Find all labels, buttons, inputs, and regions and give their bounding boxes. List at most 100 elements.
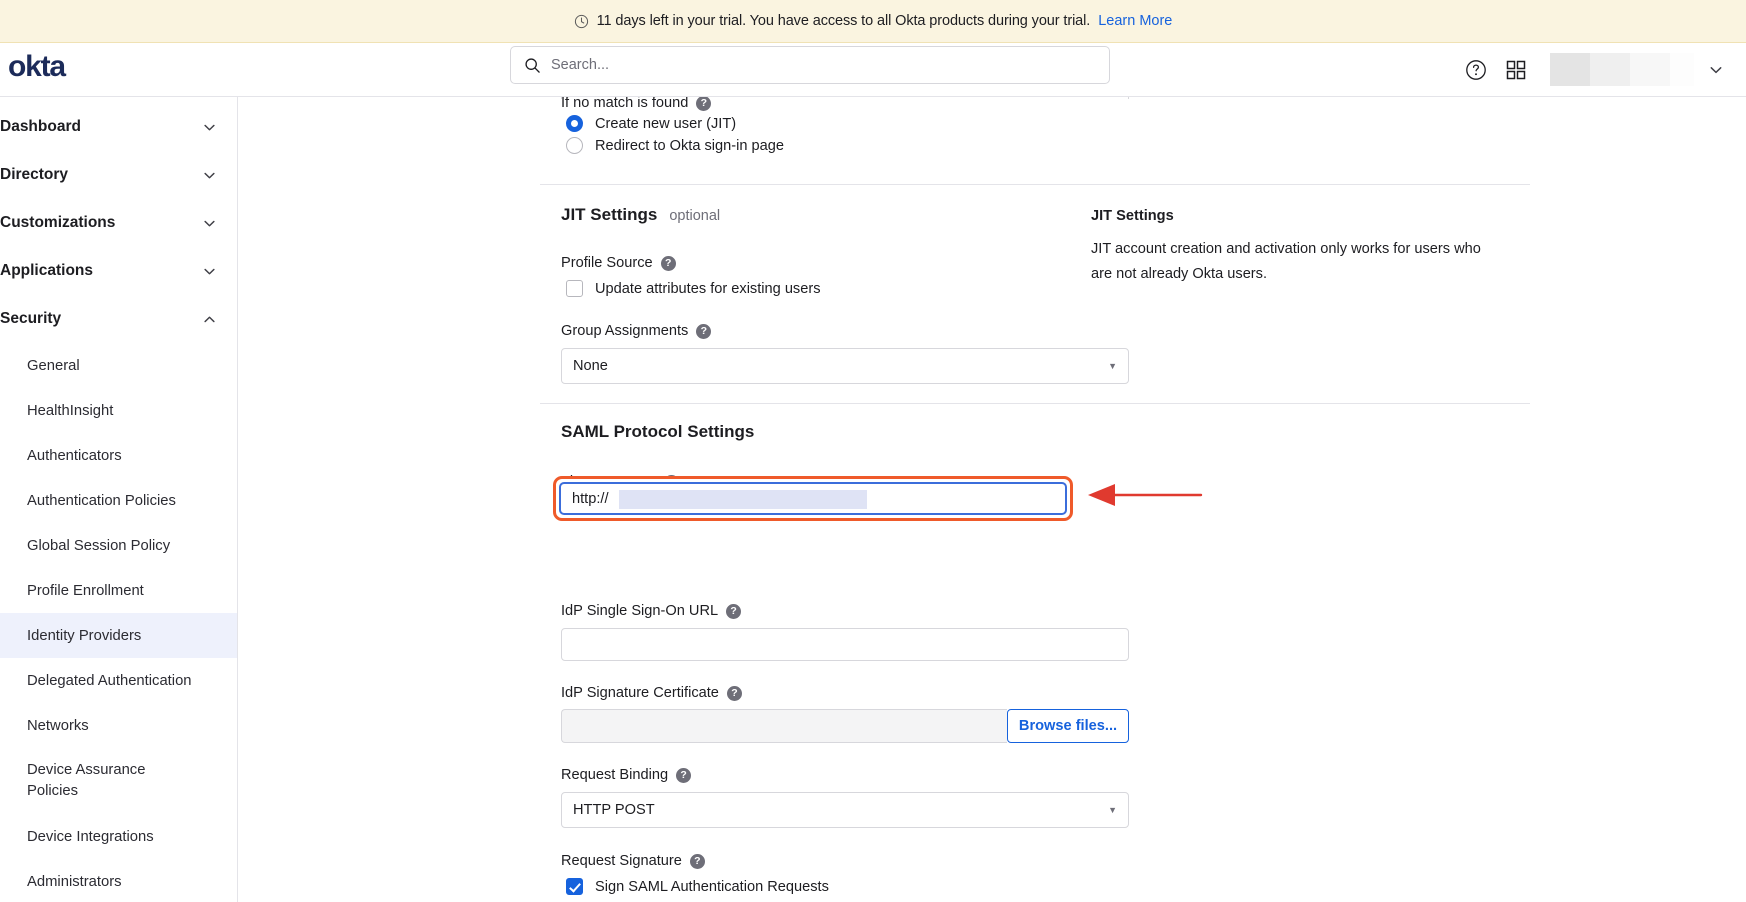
sidebar-item-authentication-policies[interactable]: Authentication Policies xyxy=(0,478,237,523)
sidebar-item-authenticators[interactable]: Authenticators xyxy=(0,433,237,478)
sidebar-group-applications[interactable]: Applications xyxy=(0,247,237,295)
radio-label: Create new user (JIT) xyxy=(595,115,737,132)
idp-issuer-uri-focus-ring: http:// xyxy=(553,476,1073,521)
main-content: If no match is found ? Create new user (… xyxy=(238,96,1746,902)
help-circle-icon[interactable]: ? xyxy=(676,767,692,783)
idp-issuer-uri-value: http:// xyxy=(572,490,609,507)
profile-source-label: Profile Source ? xyxy=(561,255,1129,271)
request-binding-label: Request Binding ? xyxy=(561,767,1129,783)
help-circle-icon[interactable]: ? xyxy=(696,323,712,339)
sidebar-item-networks[interactable]: Networks xyxy=(0,703,237,748)
radio-label: Redirect to Okta sign-in page xyxy=(595,137,785,154)
optional-tag: optional xyxy=(669,208,721,224)
idp-signature-certificate-label-text: IdP Signature Certificate xyxy=(561,685,719,701)
sidebar-group-label: Directory xyxy=(0,166,69,183)
skeleton-block xyxy=(1670,53,1694,86)
jit-help-panel: JIT Settings JIT account creation and ac… xyxy=(1091,208,1491,287)
trial-banner-text: 11 days left in your trial. You have acc… xyxy=(596,13,1091,29)
sidebar-item-healthinsight[interactable]: HealthInsight xyxy=(0,388,237,433)
jit-settings-block: JIT Settings optional Profile Source ? U… xyxy=(561,205,1129,384)
saml-settings-block: SAML Protocol Settings IdP Issuer URI ? … xyxy=(553,422,1129,895)
checkbox-update-attributes[interactable]: Update attributes for existing users xyxy=(566,280,1129,297)
body-wrapper: Dashboard Directory Customizations Appli… xyxy=(0,96,1746,902)
help-circle-icon[interactable]: ? xyxy=(660,255,676,271)
chevron-down-icon xyxy=(202,168,217,183)
request-binding-label-text: Request Binding xyxy=(561,767,669,783)
trial-banner: 11 days left in your trial. You have acc… xyxy=(0,0,1746,43)
sidebar-item-label: Authentication Policies xyxy=(27,492,176,509)
group-assignments-select[interactable]: None ▼ xyxy=(561,348,1129,384)
divider xyxy=(540,403,1530,404)
group-assignments-value: None xyxy=(573,358,608,374)
clock-icon xyxy=(574,14,589,29)
user-name-skeleton xyxy=(1550,53,1694,86)
checkbox-indicator[interactable] xyxy=(566,280,583,297)
sidebar-group-directory[interactable]: Directory xyxy=(0,151,237,199)
sidebar-item-identity-providers[interactable]: Identity Providers xyxy=(0,613,237,658)
help-circle-icon[interactable]: ? xyxy=(726,603,742,619)
sidebar-group-customizations[interactable]: Customizations xyxy=(0,199,237,247)
idp-sso-url-input[interactable] xyxy=(561,628,1129,661)
idp-issuer-uri-input[interactable]: http:// xyxy=(559,482,1067,515)
request-signature-label-text: Request Signature xyxy=(561,853,682,869)
sidebar-item-label: Device Assurance Policies xyxy=(27,762,146,799)
idp-signature-certificate-uploader[interactable]: Browse files... xyxy=(561,709,1129,743)
group-assignments-label-text: Group Assignments xyxy=(561,323,689,339)
checkbox-indicator[interactable] xyxy=(566,878,583,895)
sidebar-group-label: Dashboard xyxy=(0,118,81,135)
browse-files-button[interactable]: Browse files... xyxy=(1007,709,1129,743)
sidebar-group-label: Applications xyxy=(0,262,94,279)
search-input[interactable]: Search... xyxy=(510,46,1110,84)
jit-settings-title: JIT Settings optional xyxy=(561,205,1129,225)
sidebar-group-security[interactable]: Security xyxy=(0,295,237,343)
skeleton-block xyxy=(1590,53,1630,86)
group-assignments-label: Group Assignments ? xyxy=(561,323,1129,339)
user-menu-chevron-down-icon[interactable] xyxy=(1694,50,1738,90)
skeleton-block xyxy=(1630,53,1670,86)
sidebar-item-global-session-policy[interactable]: Global Session Policy xyxy=(0,523,237,568)
help-circle-icon[interactable]: ? xyxy=(726,685,742,701)
grid-apps-icon[interactable] xyxy=(1496,50,1536,90)
question-circle-icon[interactable] xyxy=(1456,50,1496,90)
sidebar-item-label: Authenticators xyxy=(27,447,122,464)
sidebar-item-general[interactable]: General xyxy=(0,343,237,388)
help-circle-icon[interactable]: ? xyxy=(696,97,712,111)
search-container[interactable]: Search... xyxy=(510,46,1110,84)
sidebar-group-label: Security xyxy=(0,310,62,327)
sidebar-item-administrators[interactable]: Administrators xyxy=(0,859,237,902)
checkbox-label: Update attributes for existing users xyxy=(595,280,821,297)
help-circle-icon[interactable]: ? xyxy=(689,853,705,869)
sidebar-item-profile-enrollment[interactable]: Profile Enrollment xyxy=(0,568,237,613)
radio-indicator[interactable] xyxy=(566,137,583,154)
sidebar-item-label: Identity Providers xyxy=(27,627,142,644)
sidebar-item-device-integrations[interactable]: Device Integrations xyxy=(0,814,237,859)
sidebar-item-label: Device Integrations xyxy=(27,828,154,845)
help-panel-title: JIT Settings xyxy=(1091,208,1174,224)
skeleton-block xyxy=(1550,53,1590,86)
saml-settings-title: SAML Protocol Settings xyxy=(561,422,1129,442)
sidebar-item-label: Administrators xyxy=(27,873,122,890)
okta-logo[interactable]: okta xyxy=(8,52,66,86)
section-title-text: SAML Protocol Settings xyxy=(561,422,755,441)
sidebar-item-label: General xyxy=(27,357,80,374)
learn-more-link[interactable]: Learn More xyxy=(1098,13,1172,29)
request-binding-select[interactable]: HTTP POST ▼ xyxy=(561,792,1129,828)
sidebar-item-delegated-authentication[interactable]: Delegated Authentication xyxy=(0,658,237,703)
sidebar: Dashboard Directory Customizations Appli… xyxy=(0,96,238,902)
sidebar-item-device-assurance-policies[interactable]: Device Assurance Policies xyxy=(0,748,237,814)
radio-redirect-okta-signin[interactable]: Redirect to Okta sign-in page xyxy=(566,137,784,154)
divider xyxy=(540,184,1530,185)
sidebar-group-dashboard[interactable]: Dashboard xyxy=(0,103,237,151)
radio-indicator[interactable] xyxy=(566,115,583,132)
radio-create-new-user[interactable]: Create new user (JIT) xyxy=(566,115,736,132)
sidebar-item-label: Networks xyxy=(27,717,89,734)
sidebar-item-label: Global Session Policy xyxy=(27,537,171,554)
idp-sso-url-label: IdP Single Sign-On URL ? xyxy=(561,603,1129,619)
text-selection-highlight xyxy=(619,490,867,509)
checkbox-sign-saml-requests[interactable]: Sign SAML Authentication Requests xyxy=(566,878,1129,895)
idp-sso-url-label-text: IdP Single Sign-On URL xyxy=(561,603,719,619)
request-binding-value: HTTP POST xyxy=(573,802,655,818)
header-actions xyxy=(1456,43,1738,96)
caret-down-icon: ▼ xyxy=(1108,361,1117,371)
sidebar-item-label: HealthInsight xyxy=(27,402,114,419)
